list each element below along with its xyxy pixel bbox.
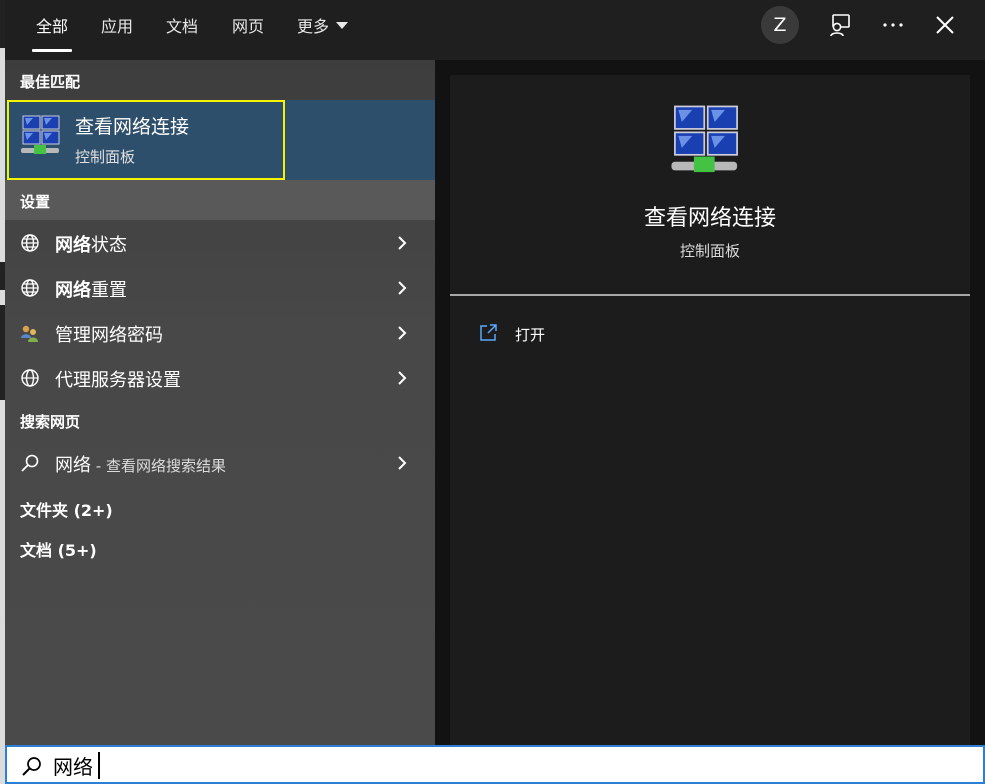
globe-icon <box>21 234 39 252</box>
detail-divider <box>450 294 970 296</box>
detail-pane: 查看网络连接 控制面板 打开 <box>450 75 970 746</box>
close-icon[interactable] <box>932 12 958 38</box>
search-header: 全部 应用 文档 网页 更多 Z <box>5 0 985 60</box>
network-connections-icon <box>671 105 738 173</box>
detail-title: 查看网络连接 <box>643 206 776 231</box>
settings-heading-band: 设置 <box>5 180 435 220</box>
open-icon <box>480 324 497 341</box>
settings-item-manage-passwords[interactable]: 管理网络密码 <box>5 311 435 355</box>
settings-item-network-reset[interactable]: 网络重置 <box>5 266 435 310</box>
globe-icon <box>21 369 39 387</box>
best-match-subtitle: 控制面板 <box>75 148 136 166</box>
documents-group[interactable]: 文档 (5+) <box>20 537 97 561</box>
tab-documents[interactable]: 文档 <box>166 0 198 60</box>
settings-item-label: 管理网络密码 <box>55 325 163 346</box>
folders-group[interactable]: 文件夹 (2+) <box>20 497 113 521</box>
settings-item-proxy[interactable]: 代理服务器设置 <box>5 356 435 400</box>
web-search-heading: 搜索网页 <box>20 413 81 431</box>
feedback-icon[interactable] <box>827 12 853 38</box>
chevron-down-icon <box>336 22 349 29</box>
settings-item-network-status[interactable]: 网络状态 <box>5 221 435 265</box>
web-search-label: 网络 - 查看网络搜索结果 <box>55 455 226 476</box>
search-input[interactable] <box>53 751 953 780</box>
best-match-item[interactable]: 查看网络连接 控制面板 <box>5 100 435 180</box>
tab-more[interactable]: 更多 <box>297 0 349 60</box>
text-caret <box>98 752 100 779</box>
avatar[interactable]: Z <box>761 6 799 44</box>
tab-web[interactable]: 网页 <box>232 0 264 60</box>
best-match-title: 查看网络连接 <box>75 116 190 138</box>
tab-apps[interactable]: 应用 <box>101 0 133 60</box>
settings-item-label: 网络重置 <box>55 280 127 301</box>
results-pane: 最佳匹配 查看网络连接 控制面板 设置 网络状态 网络重置 管理网络密码 代理服… <box>5 60 435 746</box>
more-options-icon[interactable] <box>880 12 906 38</box>
chevron-right-icon <box>398 456 407 470</box>
best-match-heading: 最佳匹配 <box>20 73 81 91</box>
settings-item-label: 代理服务器设置 <box>55 370 181 391</box>
network-connections-icon <box>21 115 60 154</box>
tab-all[interactable]: 全部 <box>31 0 73 60</box>
search-bar <box>5 745 985 784</box>
search-icon <box>21 454 39 472</box>
search-icon <box>22 757 41 776</box>
chevron-right-icon <box>398 371 407 385</box>
open-action-label: 打开 <box>515 326 546 344</box>
chevron-right-icon <box>398 236 407 250</box>
detail-subtitle: 控制面板 <box>679 242 740 260</box>
settings-heading: 设置 <box>20 193 51 211</box>
chevron-right-icon <box>398 326 407 340</box>
settings-item-label: 网络状态 <box>55 235 127 256</box>
globe-icon <box>21 279 39 297</box>
tab-more-label: 更多 <box>297 17 330 36</box>
chevron-right-icon <box>398 281 407 295</box>
web-search-item[interactable]: 网络 - 查看网络搜索结果 <box>5 441 435 485</box>
users-icon <box>21 325 38 342</box>
